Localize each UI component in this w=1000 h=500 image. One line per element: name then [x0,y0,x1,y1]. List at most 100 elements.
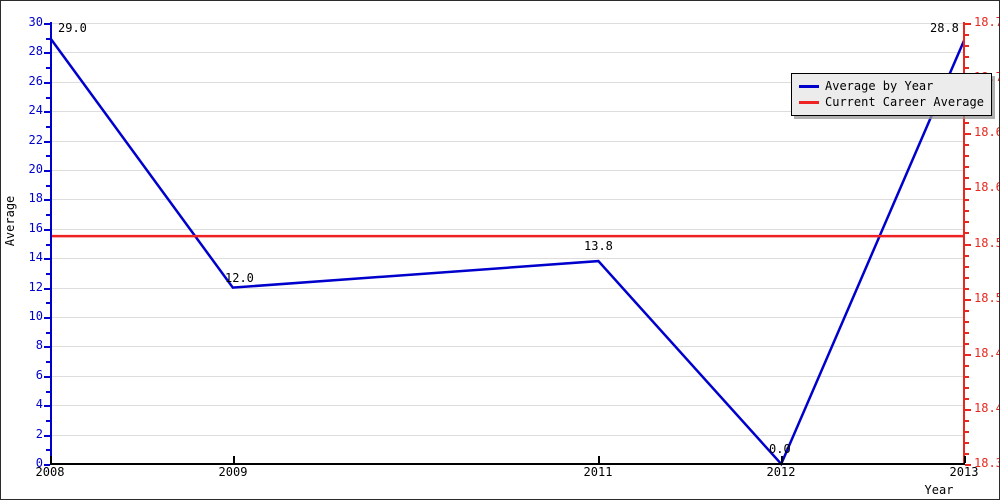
y-axis-left-tick [44,405,50,407]
y-axis-right-tick-label: 18.45 [974,346,999,360]
y-axis-left-minor-tick [46,302,50,304]
y-axis-left-tick [44,346,50,348]
y-axis-left-minor-tick [46,449,50,451]
y-axis-right-tick [965,23,971,25]
y-axis-left-tick [44,288,50,290]
y-axis-right-tick-label: 18.75 [974,15,999,29]
x-axis-tick-label: 2009 [218,465,248,479]
y-axis-right-minor-tick [965,398,969,400]
y-axis-left-minor-tick [46,38,50,40]
y-axis-left-minor-tick [46,155,50,157]
y-axis-right-minor-tick [965,453,969,455]
y-axis-left-tick-label: 2 [35,427,43,441]
y-axis-right-tick [965,188,971,190]
y-axis-left-minor-tick [46,273,50,275]
y-axis-left-tick [44,141,50,143]
x-axis-tick-label: 2008 [35,465,65,479]
y-axis-left-minor-tick [46,420,50,422]
y-axis-right-minor-tick [965,321,969,323]
y-axis-left-minor-tick [46,185,50,187]
y-axis-right-minor-tick [965,221,969,223]
y-axis-left-tick-label: 26 [28,74,43,88]
legend: Average by Year Current Career Average [791,73,992,116]
y-axis-right-minor-tick [965,420,969,422]
legend-item-average-by-year[interactable]: Average by Year [799,78,984,94]
y-axis-left-minor-tick [46,67,50,69]
x-axis-tick [598,456,600,463]
y-axis-left-tick-label: 20 [28,162,43,176]
y-axis-left-tick-label: 28 [28,44,43,58]
y-axis-left-tick [44,376,50,378]
y-axis-left-tick-label: 24 [28,103,43,117]
y-axis-right-tick [965,133,971,135]
x-axis-tick [50,456,52,463]
chart-container: 024681012141618202224262830 18.3518.4018… [0,0,1000,500]
y-axis-right-minor-tick [965,199,969,201]
y-axis-left-tick [44,111,50,113]
y-axis-right-minor-tick [965,232,969,234]
y-axis-left-tick-label: 8 [35,338,43,352]
x-axis-tick-label: 2012 [766,465,796,479]
y-axis-left-minor-tick [46,361,50,363]
data-point-label: 29.0 [58,21,87,35]
y-axis-right-tick [965,354,971,356]
x-axis-tick [233,456,235,463]
y-axis-right-tick [965,409,971,411]
y-axis-left-tick [44,258,50,260]
y-axis-left-minor-tick [46,214,50,216]
legend-item-current-career-average[interactable]: Current Career Average [799,94,984,110]
x-axis-tick [964,456,966,463]
data-point-label: 13.8 [584,239,613,253]
legend-swatch-blue [799,84,819,88]
y-axis-left-tick-label: 10 [28,309,43,323]
y-axis-left-minor-tick [46,332,50,334]
y-axis-right-tick-label: 18.65 [974,125,999,139]
y-axis-right-minor-tick [965,45,969,47]
y-axis-left-tick-label: 6 [35,368,43,382]
y-axis-right-minor-tick [965,310,969,312]
y-axis-left-minor-tick [46,244,50,246]
y-axis-right-tick-label: 18.60 [974,180,999,194]
y-axis-left-tick [44,317,50,319]
x-axis-tick [781,456,783,463]
y-axis-right-minor-tick [965,144,969,146]
x-axis-line [50,463,965,465]
y-axis-right-minor-tick [965,56,969,58]
data-point-label: 28.8 [930,21,959,35]
legend-label: Current Career Average [825,94,984,109]
y-axis-left-tick-label: 4 [35,397,43,411]
y-axis-right-minor-tick [965,332,969,334]
y-axis-right-minor-tick [965,266,969,268]
y-axis-left-tick-label: 30 [28,15,43,29]
y-axis-right-minor-tick [965,387,969,389]
y-axis-right-minor-tick [965,376,969,378]
y-axis-right-minor-tick [965,177,969,179]
y-axis-right-minor-tick [965,210,969,212]
y-axis-right-minor-tick [965,442,969,444]
y-axis-left-tick [44,23,50,25]
y-axis-right-minor-tick [965,343,969,345]
x-axis-title: Year [924,483,954,497]
y-axis-title: Average [3,195,17,247]
y-axis-right-minor-tick [965,365,969,367]
y-axis-right-minor-tick [965,277,969,279]
y-axis-right-tick-label: 18.55 [974,236,999,250]
y-axis-right-tick-label: 18.50 [974,291,999,305]
legend-swatch-red [799,100,819,104]
y-axis-right-minor-tick [965,166,969,168]
y-axis-right-tick [965,244,971,246]
y-axis-right-minor-tick [965,255,969,257]
y-axis-left-line [50,22,52,465]
y-axis-left-tick-label: 14 [28,250,43,264]
y-axis-right-minor-tick [965,34,969,36]
y-axis-right-tick-label: 18.40 [974,401,999,415]
y-axis-left-tick-label: 22 [28,133,43,147]
y-axis-right-minor-tick [965,431,969,433]
y-axis-left-minor-tick [46,97,50,99]
x-axis-tick-label: 2011 [583,465,613,479]
y-axis-left-minor-tick [46,126,50,128]
data-point-label: 12.0 [225,271,254,285]
x-axis-tick-label: 2013 [949,465,979,479]
y-axis-left-tick [44,52,50,54]
y-axis-left-tick-label: 12 [28,280,43,294]
